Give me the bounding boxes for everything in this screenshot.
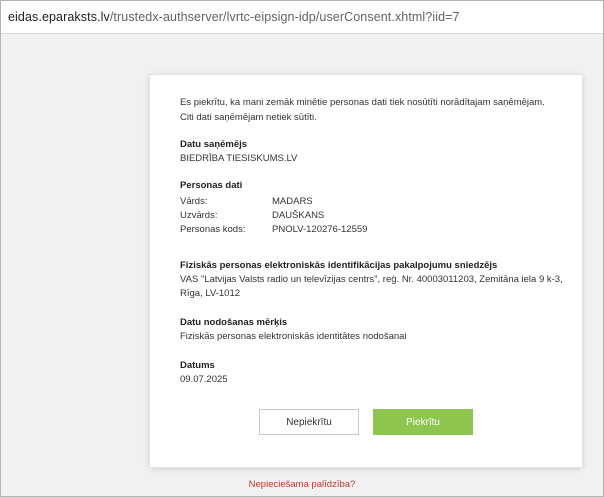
url-text[interactable]: eidas.eparaksts.lv/trustedx-authserver/l… [8, 10, 460, 24]
first-name-label: Vārds: [180, 196, 208, 207]
personal-data-heading: Personas dati [180, 180, 243, 191]
date-heading: Datums [180, 360, 215, 371]
recipient-value: BIEDRĪBA TIESISKUMS.LV [180, 153, 298, 164]
url-host: eidas.eparaksts.lv [8, 10, 110, 24]
personal-code-label: Personas kods: [180, 224, 246, 235]
consent-intro: Es piekrītu, ka mani zemāk minētie perso… [180, 97, 545, 123]
decline-button[interactable]: Nepiekrītu [259, 409, 359, 435]
help-link[interactable]: Nepieciešama palīdzība? [249, 479, 356, 490]
help-link-container: Nepieciešama palīdzība? [0, 479, 604, 490]
personal-code-value: PNOLV-120276-12559 [272, 224, 368, 235]
address-bar[interactable]: eidas.eparaksts.lv/trustedx-authserver/l… [1, 1, 603, 34]
recipient-heading: Datu saņēmējs [180, 139, 248, 150]
last-name-label: Uzvārds: [180, 210, 218, 221]
provider-line-1: VAS "Latvijas Valsts radio un televīzija… [180, 274, 563, 285]
purpose-value: Fiziskās personas elektroniskās identitā… [180, 331, 407, 342]
last-name-value: DAUŠKANS [272, 210, 325, 221]
accept-button[interactable]: Piekrītu [373, 409, 473, 435]
date-value: 09.07.2025 [180, 374, 228, 385]
first-name-value: MADARS [272, 196, 313, 207]
purpose-heading: Datu nodošanas mērķis [180, 317, 288, 328]
provider-line-2: Rīga, LV-1012 [180, 288, 241, 299]
url-path: /trustedx-authserver/lvrtc-eipsign-idp/u… [109, 10, 460, 24]
consent-card: Es piekrītu, ka mani zemāk minētie perso… [150, 75, 582, 467]
provider-heading: Fiziskās personas elektroniskās identifi… [180, 260, 498, 271]
